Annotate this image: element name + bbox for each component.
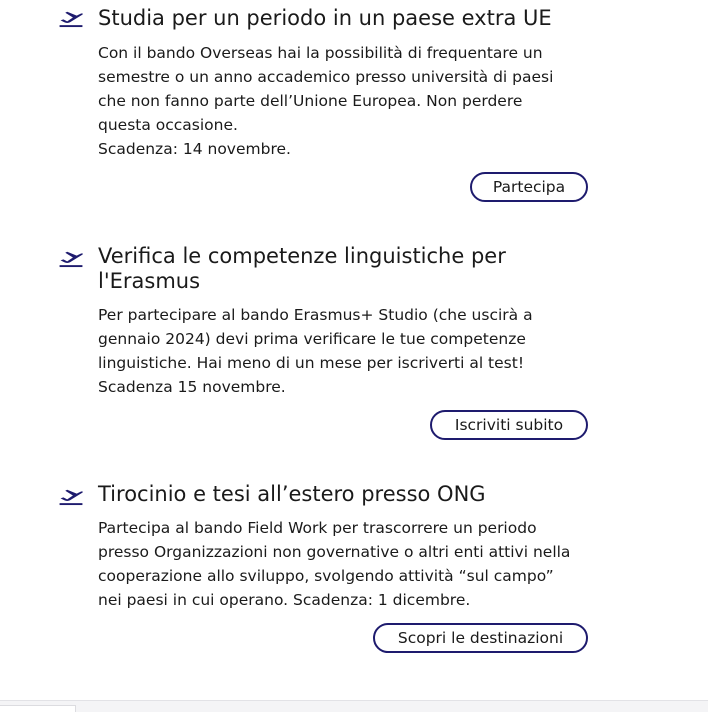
airplane-takeoff-icon [59,251,83,268]
program-card-field-work: Tirocinio e tesi all’estero presso ONG P… [0,478,708,658]
card-title: Tirocinio e tesi all’estero presso ONG [98,482,486,506]
description-line: linguistiche. Hai meno di un mese per is… [98,354,525,372]
card-description: Con il bando Overseas hai la possibilità… [98,41,578,161]
card-title: Verifica le competenze linguistiche per … [98,244,568,294]
description-line: questa occasione. [98,116,238,134]
deadline-text: Scadenza: 14 novembre. [98,140,291,158]
description-line: cooperazione allo sviluppo, svolgendo at… [98,567,554,585]
iscriviti-subito-button[interactable]: Iscriviti subito [430,410,588,440]
description-line: nei paesi in cui operano. Scadenza: 1 di… [98,591,471,609]
description-line: Partecipa al bando Field Work per trasco… [98,519,537,537]
description-line: gennaio 2024) devi prima verificare le t… [98,330,526,348]
scopri-destinazioni-button[interactable]: Scopri le destinazioni [373,623,588,653]
description-line: Per partecipare al bando Erasmus+ Studio… [98,306,533,324]
card-description: Per partecipare al bando Erasmus+ Studio… [98,303,578,399]
bottom-bar [0,700,708,712]
program-card-overseas: Studia per un periodo in un paese extra … [0,0,708,215]
airplane-takeoff-icon [59,489,83,506]
partecipa-button[interactable]: Partecipa [470,172,588,202]
card-description: Partecipa al bando Field Work per trasco… [98,516,578,612]
title-line: Verifica le competenze linguistiche per [98,244,506,268]
title-line: l'Erasmus [98,269,201,293]
description-line: semestre o un anno accademico presso uni… [98,68,554,86]
card-title: Studia per un periodo in un paese extra … [98,6,552,30]
description-line: che non fanno parte dell’Unione Europea.… [98,92,523,110]
description-line: presso Organizzazioni non governative o … [98,543,571,561]
deadline-text: Scadenza 15 novembre. [98,378,286,396]
description-line: Con il bando Overseas hai la possibilità… [98,44,543,62]
airplane-takeoff-icon [59,11,83,28]
program-card-erasmus: Verifica le competenze linguistiche per … [0,240,708,445]
